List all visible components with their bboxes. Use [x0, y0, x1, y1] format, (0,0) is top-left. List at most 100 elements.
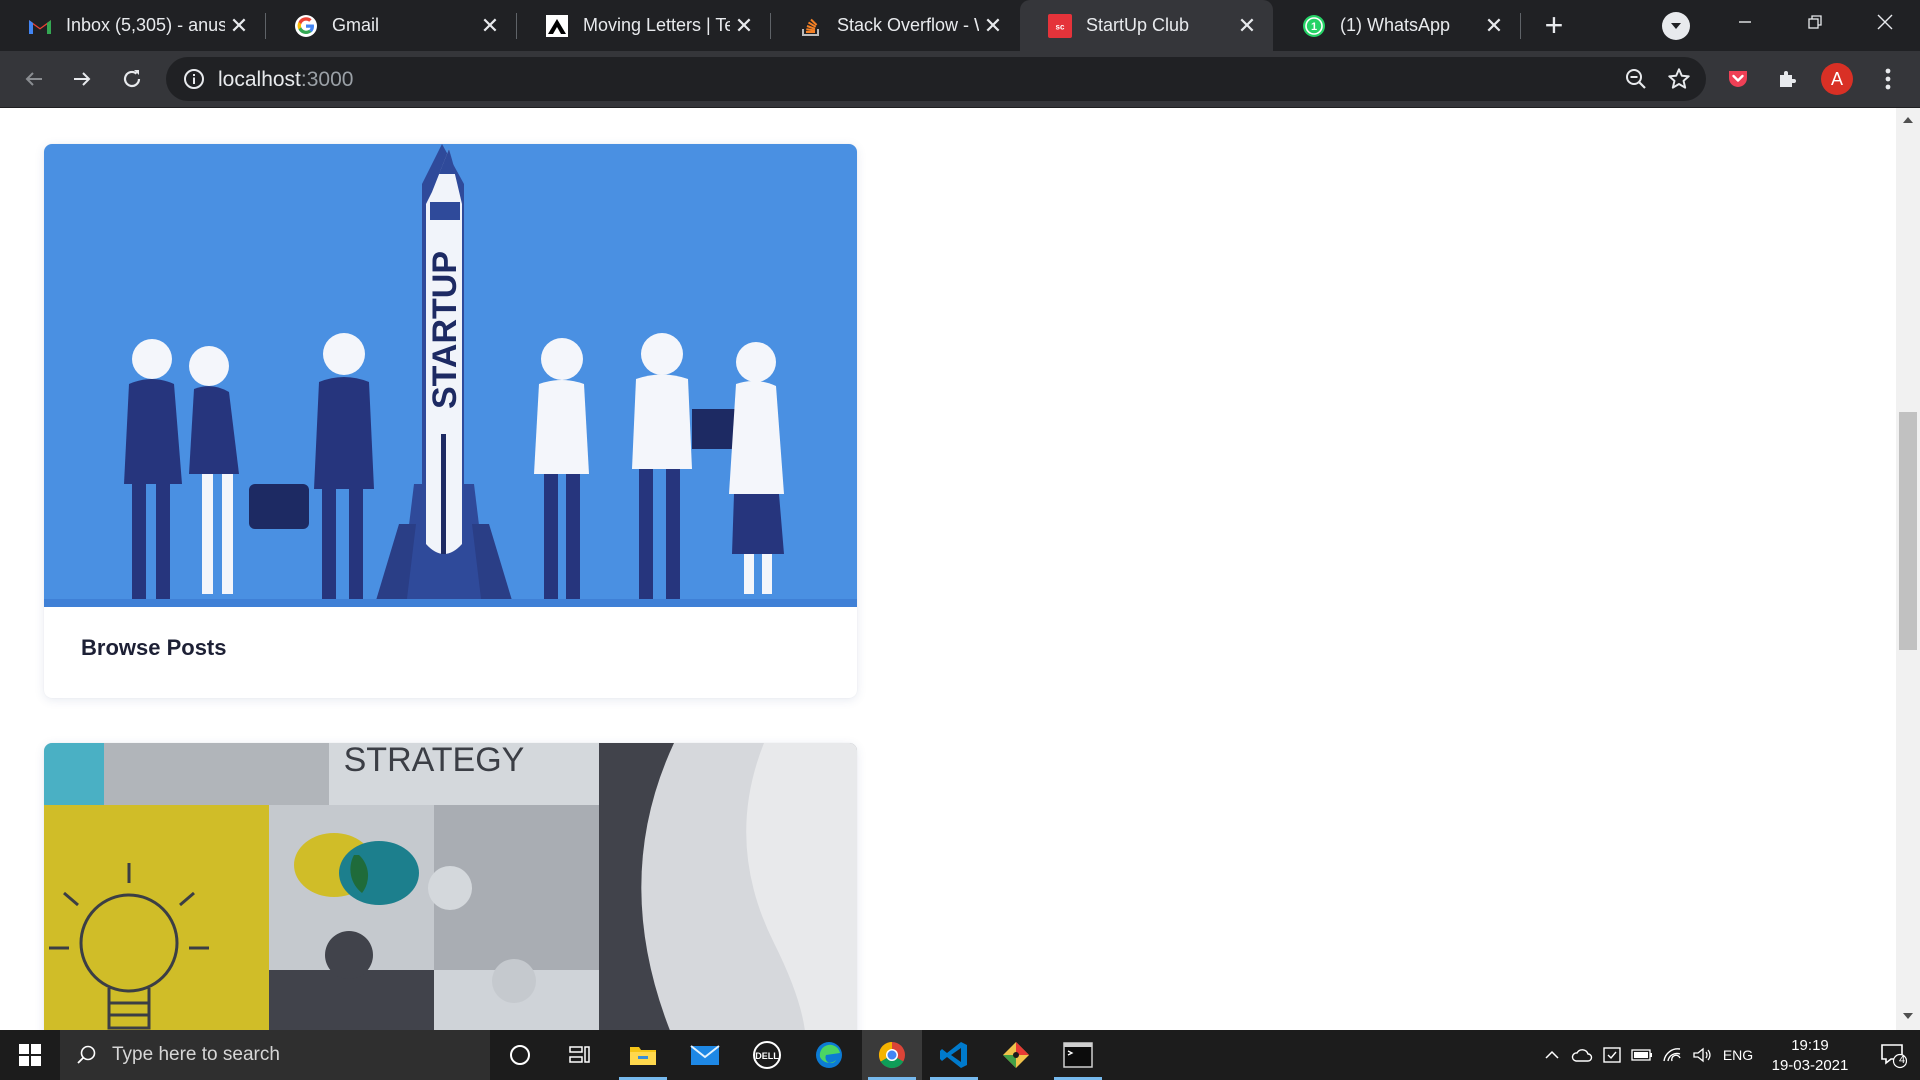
extensions-button[interactable]	[1771, 63, 1803, 95]
tab-search-button[interactable]	[1662, 12, 1690, 40]
info-icon[interactable]	[182, 67, 206, 91]
browser-tab-strip: Inbox (5,305) - anush ✕ Gmail ✕ Moving L…	[0, 0, 1920, 51]
dell-button[interactable]: DELL	[737, 1030, 797, 1080]
close-icon	[1877, 14, 1893, 30]
dell-icon: DELL	[753, 1041, 781, 1069]
volume-tray-icon[interactable]	[1688, 1030, 1716, 1080]
startup-club-icon: sc	[1048, 13, 1072, 38]
search-icon	[77, 1045, 96, 1064]
vscode-button[interactable]	[924, 1030, 984, 1080]
language-indicator[interactable]: ENG	[1718, 1030, 1758, 1080]
action-center-button[interactable]: 4	[1866, 1030, 1920, 1080]
new-tab-button[interactable]: +	[1538, 9, 1570, 42]
close-icon[interactable]: ✕	[476, 12, 504, 40]
taskbar-clock[interactable]: 19:19 19-03-2021	[1760, 1036, 1860, 1076]
strategy-heading-text: STRATEGY	[344, 743, 525, 779]
git-tool-icon	[1003, 1042, 1029, 1068]
tab-gmail[interactable]: Gmail ✕	[266, 0, 516, 51]
tab-title: Moving Letters | Text	[583, 15, 730, 35]
battery-tray-icon[interactable]	[1628, 1030, 1656, 1080]
file-explorer-button[interactable]	[613, 1030, 673, 1080]
tab-moving-letters[interactable]: Moving Letters | Text ✕	[517, 0, 770, 51]
scroll-up-button[interactable]	[1896, 110, 1920, 130]
edge-icon	[816, 1042, 842, 1068]
forward-button[interactable]	[64, 61, 100, 97]
minimize-icon	[1739, 21, 1751, 23]
tab-stackoverflow[interactable]: Stack Overflow - Wh ✕	[771, 0, 1019, 51]
tab-title: Stack Overflow - Wh	[837, 15, 979, 35]
notification-count: 4	[1899, 1054, 1906, 1066]
address-bar[interactable]: localhost:3000	[166, 57, 1706, 101]
tab-title: (1) WhatsApp	[1340, 15, 1451, 35]
cortana-button[interactable]	[490, 1030, 550, 1080]
chrome-button[interactable]	[862, 1030, 922, 1080]
close-icon[interactable]: ✕	[730, 12, 758, 40]
scroll-down-button[interactable]	[1896, 1006, 1920, 1026]
wifi-icon	[1663, 1048, 1681, 1062]
browser-menu-button[interactable]	[1872, 63, 1904, 95]
url-host: localhost	[218, 68, 301, 91]
windows-logo-icon	[19, 1044, 41, 1066]
arrow-right-icon	[74, 72, 91, 86]
restore-icon	[1808, 15, 1822, 29]
task-view-button[interactable]	[550, 1030, 610, 1080]
tab-gmail-inbox[interactable]: Inbox (5,305) - anush ✕	[0, 0, 265, 51]
show-hidden-icons-button[interactable]	[1538, 1030, 1566, 1080]
tab-separator	[1520, 13, 1521, 39]
wifi-tray-icon[interactable]	[1658, 1030, 1686, 1080]
chevron-down-icon	[1671, 23, 1681, 29]
gmail-icon	[28, 14, 52, 38]
strategy-card[interactable]: STRATEGY	[44, 743, 857, 1030]
clock-date: 19-03-2021	[1771, 1057, 1849, 1074]
whatsapp-icon: 1	[1302, 14, 1326, 38]
google-icon	[294, 14, 318, 38]
browse-posts-card[interactable]: STARTUP Browse Posts	[44, 144, 857, 698]
onedrive-tray-icon[interactable]	[1568, 1030, 1596, 1080]
terminal-icon	[1063, 1042, 1093, 1068]
security-tray-icon[interactable]	[1598, 1030, 1626, 1080]
close-icon[interactable]: ✕	[1480, 12, 1508, 40]
close-icon[interactable]: ✕	[979, 12, 1007, 40]
page-viewport: STARTUP Browse Posts STRATEGY	[0, 108, 1920, 1030]
tab-whatsapp[interactable]: 1 (1) WhatsApp ✕	[1274, 0, 1520, 51]
minimize-button[interactable]	[1710, 0, 1780, 44]
windows-taskbar: Type here to search DELL ENG 19:19 19-03…	[0, 1030, 1920, 1080]
zoom-out-icon[interactable]	[1624, 67, 1648, 91]
reload-button[interactable]	[114, 61, 150, 97]
svg-text:1: 1	[1311, 21, 1317, 33]
shield-check-icon	[1603, 1047, 1621, 1063]
taskbar-search-box[interactable]: Type here to search	[60, 1030, 490, 1080]
reload-icon	[123, 70, 141, 88]
mail-button[interactable]	[675, 1030, 735, 1080]
cloud-sync-icon	[1571, 1049, 1593, 1062]
battery-icon	[1631, 1049, 1652, 1061]
arrow-left-icon	[25, 72, 42, 86]
close-window-button[interactable]	[1850, 0, 1920, 44]
task-view-icon	[569, 1046, 590, 1063]
tab-title: Inbox (5,305) - anush	[66, 15, 225, 35]
clock-time: 19:19	[1791, 1037, 1829, 1054]
card-title[interactable]: Browse Posts	[81, 635, 227, 661]
close-icon[interactable]: ✕	[1233, 12, 1261, 40]
pocket-extension-button[interactable]	[1722, 63, 1754, 95]
restore-button[interactable]	[1780, 0, 1850, 44]
moving-letters-icon	[545, 14, 569, 38]
tab-title: StartUp Club	[1086, 15, 1190, 35]
mail-icon	[690, 1045, 720, 1065]
speaker-icon	[1693, 1047, 1711, 1063]
cortana-icon	[510, 1045, 530, 1065]
search-placeholder: Type here to search	[112, 1044, 280, 1065]
git-kraken-button[interactable]	[986, 1030, 1046, 1080]
tab-startup-club[interactable]: sc StartUp Club ✕	[1020, 0, 1273, 51]
edge-button[interactable]	[799, 1030, 859, 1080]
profile-avatar[interactable]: A	[1821, 63, 1853, 95]
url-text[interactable]: localhost:3000	[218, 68, 353, 92]
strategy-puzzle-illustration: STRATEGY	[44, 743, 857, 1030]
terminal-button[interactable]	[1048, 1030, 1108, 1080]
chrome-icon	[878, 1041, 905, 1069]
close-icon[interactable]: ✕	[225, 12, 253, 40]
page-scrollbar-thumb[interactable]	[1899, 412, 1917, 650]
bookmark-star-icon[interactable]	[1666, 66, 1692, 92]
back-button[interactable]	[16, 61, 52, 97]
start-button[interactable]	[0, 1030, 60, 1080]
